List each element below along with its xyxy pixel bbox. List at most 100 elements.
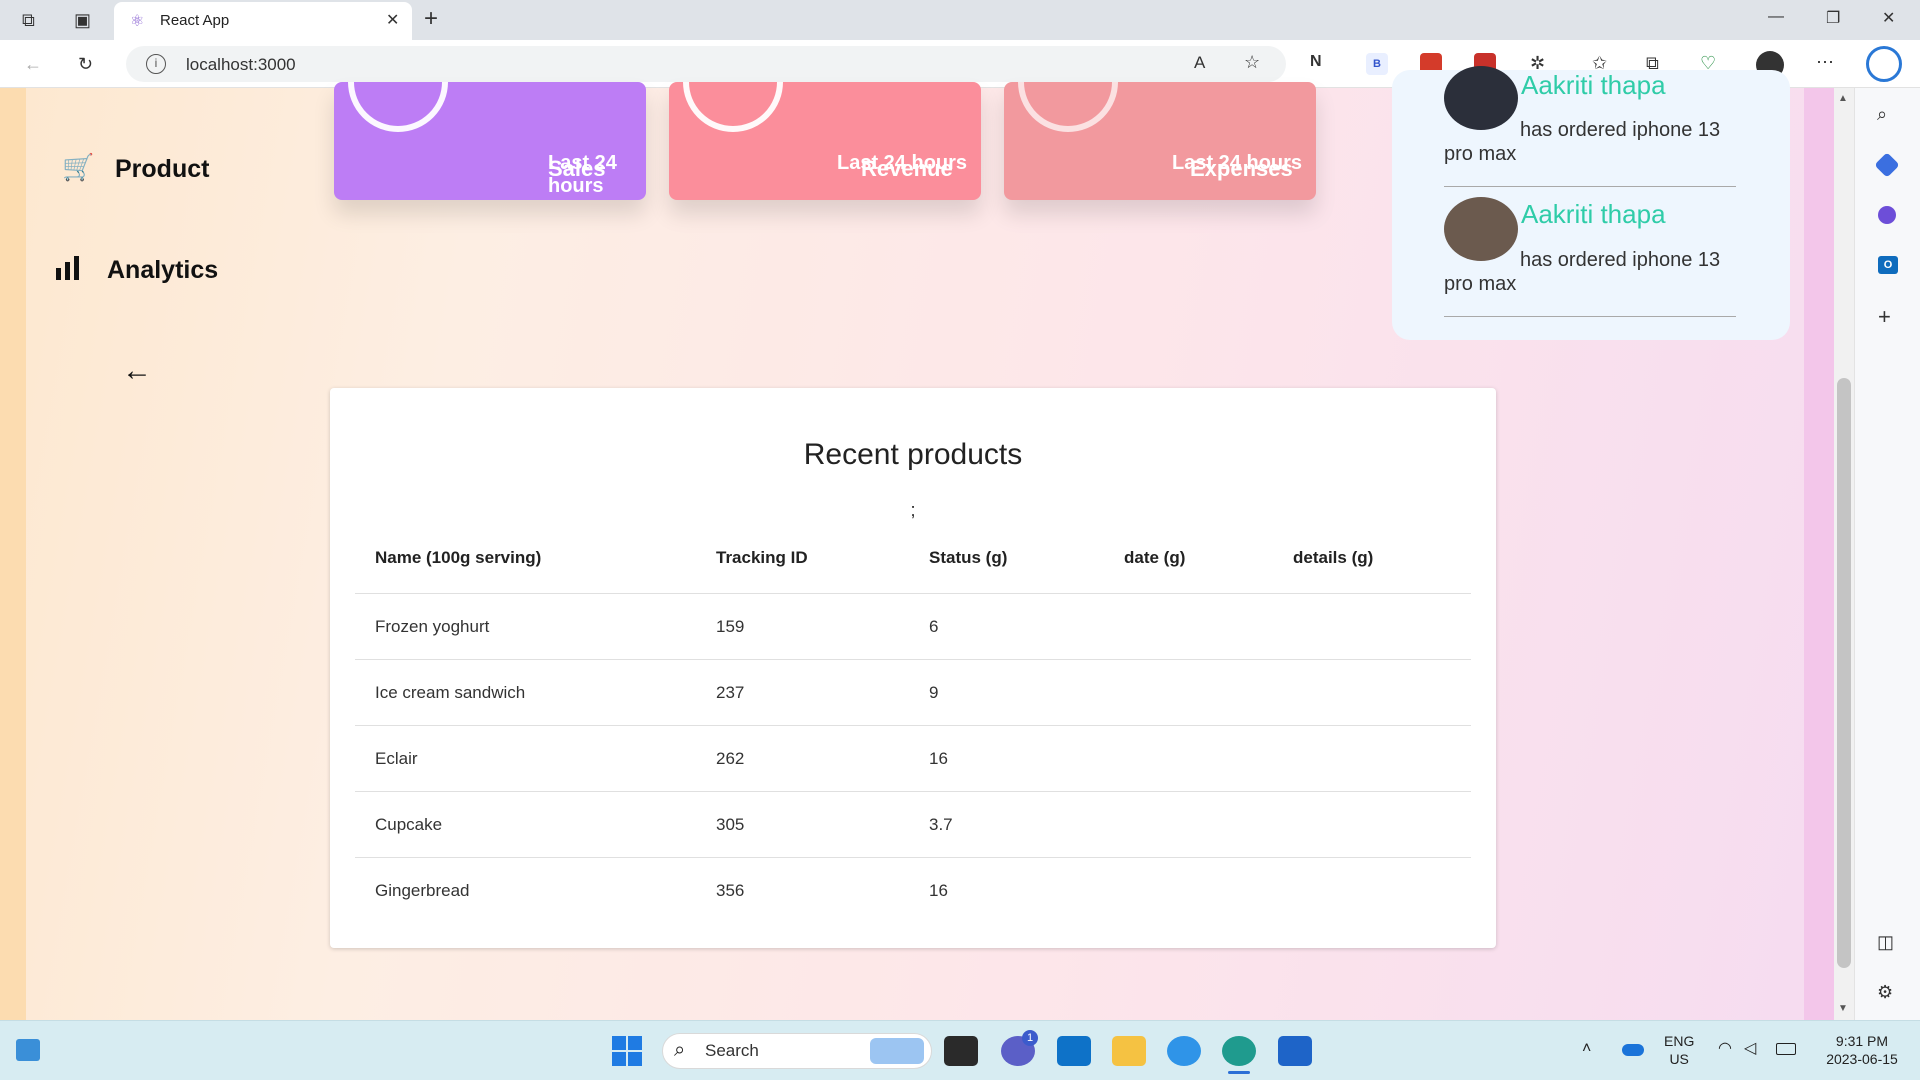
cell-status: 3.7 bbox=[929, 815, 953, 834]
update-text-line2: pro max bbox=[1444, 273, 1517, 295]
tab-actions-icon[interactable]: ▣ bbox=[74, 10, 91, 30]
show-hidden-icons-icon[interactable]: ˄ bbox=[1582, 1040, 1591, 1058]
column-header-date[interactable]: date (g) bbox=[1124, 548, 1185, 568]
row-divider bbox=[355, 725, 1471, 726]
expenses-title: Expenses bbox=[1190, 156, 1293, 181]
cell-tracking-id: 237 bbox=[716, 683, 745, 702]
minimize-button[interactable]: — bbox=[1768, 8, 1784, 26]
favorite-star-icon[interactable]: ☆ bbox=[1244, 52, 1260, 72]
workspaces-icon[interactable]: ⧉ bbox=[22, 10, 35, 30]
avatar bbox=[1444, 197, 1518, 261]
microsoft-store-icon[interactable] bbox=[1278, 1036, 1312, 1066]
add-sidebar-app-icon[interactable]: + bbox=[1878, 306, 1891, 328]
help-app-icon[interactable] bbox=[1167, 1036, 1201, 1066]
sales-title: Sales bbox=[548, 156, 606, 181]
avatar bbox=[1444, 66, 1518, 130]
file-explorer-icon[interactable] bbox=[1112, 1036, 1146, 1066]
row-divider bbox=[355, 857, 1471, 858]
sales-card[interactable]: Last 24 hours Sales bbox=[334, 82, 646, 200]
extension-b-icon[interactable]: B bbox=[1366, 53, 1388, 75]
cell-name: Frozen yoghurt bbox=[375, 617, 490, 636]
language-indicator[interactable]: ENG US bbox=[1664, 1032, 1694, 1068]
start-windows-icon[interactable] bbox=[612, 1036, 642, 1066]
update-divider bbox=[1444, 186, 1736, 187]
right-edge bbox=[1804, 88, 1834, 1020]
clock[interactable]: 9:31 PM 2023-06-15 bbox=[1812, 1032, 1912, 1068]
sidebar-item-analytics[interactable]: Analytics bbox=[107, 256, 218, 285]
widgets-icon[interactable] bbox=[16, 1039, 40, 1061]
restore-button[interactable]: ❐ bbox=[1826, 8, 1840, 28]
bing-chat-icon[interactable] bbox=[1866, 46, 1902, 82]
cell-name: Eclair bbox=[375, 749, 418, 768]
scroll-up-icon[interactable]: ▲ bbox=[1838, 93, 1848, 104]
react-logo-icon: ⚛ bbox=[130, 13, 145, 30]
update-divider bbox=[1444, 316, 1736, 317]
sidebar-item-product[interactable]: Product bbox=[115, 155, 209, 184]
read-aloud-icon[interactable]: A bbox=[1194, 53, 1205, 73]
cell-name: Cupcake bbox=[375, 815, 443, 834]
back-arrow-button[interactable]: ← bbox=[122, 354, 152, 388]
tools-icon[interactable] bbox=[1878, 206, 1896, 224]
back-icon[interactable]: ← bbox=[24, 54, 42, 74]
search-icon: ⌕ bbox=[674, 1039, 686, 1061]
close-window-button[interactable]: ✕ bbox=[1882, 8, 1895, 28]
cell-status: 6 bbox=[929, 617, 939, 636]
clock-time: 9:31 PM bbox=[1835, 1033, 1889, 1049]
active-tab[interactable] bbox=[114, 2, 412, 40]
url-text: localhost:3000 bbox=[186, 55, 296, 74]
vscode-icon[interactable] bbox=[1057, 1036, 1091, 1066]
chat-badge: 1 bbox=[1022, 1030, 1038, 1046]
revenue-card[interactable]: Last 24 hours Revenue bbox=[669, 82, 981, 200]
clock-date: 2023-06-15 bbox=[1826, 1051, 1898, 1067]
language-line2: US bbox=[1669, 1051, 1689, 1067]
cell-tracking-id: 356 bbox=[716, 881, 745, 900]
hide-sidebar-icon[interactable]: ◫ bbox=[1877, 932, 1894, 952]
update-text-line1: has ordered iphone 13 bbox=[1520, 249, 1721, 271]
active-app-indicator bbox=[1228, 1071, 1250, 1074]
sidebar-settings-icon[interactable]: ⚙ bbox=[1877, 982, 1893, 1002]
onedrive-icon[interactable] bbox=[1622, 1044, 1644, 1056]
close-tab-icon[interactable]: ✕ bbox=[386, 10, 399, 30]
edge-sidebar bbox=[1854, 88, 1920, 1020]
expenses-card[interactable]: Last 24 hours Expenses bbox=[1004, 82, 1316, 200]
taskbar-search-label: Search bbox=[705, 1041, 759, 1060]
revenue-title: Revenue bbox=[861, 156, 953, 181]
refresh-icon[interactable]: ↻ bbox=[78, 54, 93, 74]
cell-name: Gingerbread bbox=[375, 881, 470, 900]
search-highlight-image bbox=[870, 1038, 924, 1064]
wifi-icon[interactable]: ◠ bbox=[1718, 1040, 1732, 1058]
expenses-progress-ring bbox=[1018, 82, 1118, 132]
cell-status: 16 bbox=[929, 881, 948, 900]
column-header-details[interactable]: details (g) bbox=[1293, 548, 1373, 568]
column-header-name[interactable]: Name (100g serving) bbox=[375, 548, 541, 568]
row-divider bbox=[355, 659, 1471, 660]
cell-tracking-id: 262 bbox=[716, 749, 745, 768]
edge-browser-icon[interactable] bbox=[1222, 1036, 1256, 1066]
cell-name: Ice cream sandwich bbox=[375, 683, 526, 702]
sales-progress-ring bbox=[348, 82, 448, 132]
header-divider bbox=[355, 593, 1471, 594]
extension-n-icon[interactable]: N bbox=[1310, 53, 1322, 71]
recent-products-card bbox=[330, 388, 1496, 948]
cart-icon: 🛒 bbox=[62, 152, 95, 182]
more-menu-icon[interactable]: ⋯ bbox=[1816, 52, 1834, 72]
left-edge bbox=[0, 88, 26, 1020]
scrollbar-thumb[interactable] bbox=[1837, 378, 1851, 968]
scroll-down-icon[interactable]: ▼ bbox=[1838, 1003, 1848, 1014]
tab-title: React App bbox=[160, 12, 230, 29]
column-header-tracking-id[interactable]: Tracking ID bbox=[716, 548, 808, 568]
battery-icon[interactable] bbox=[1776, 1043, 1796, 1055]
revenue-progress-ring bbox=[683, 82, 783, 132]
site-info-icon[interactable]: i bbox=[146, 54, 166, 74]
cell-tracking-id: 159 bbox=[716, 617, 745, 636]
column-header-status[interactable]: Status (g) bbox=[929, 548, 1007, 568]
outlook-icon[interactable]: O bbox=[1878, 256, 1898, 274]
table-note: ; bbox=[910, 500, 916, 520]
task-view-icon[interactable] bbox=[944, 1036, 978, 1066]
sidebar-search-icon[interactable]: ⌕ bbox=[1877, 104, 1887, 124]
language-line1: ENG bbox=[1664, 1033, 1695, 1049]
update-name: Aakriti thapa bbox=[1521, 70, 1666, 100]
new-tab-button[interactable]: + bbox=[424, 5, 438, 33]
address-bar[interactable] bbox=[126, 46, 1286, 82]
volume-icon[interactable]: ◁ bbox=[1744, 1040, 1756, 1058]
